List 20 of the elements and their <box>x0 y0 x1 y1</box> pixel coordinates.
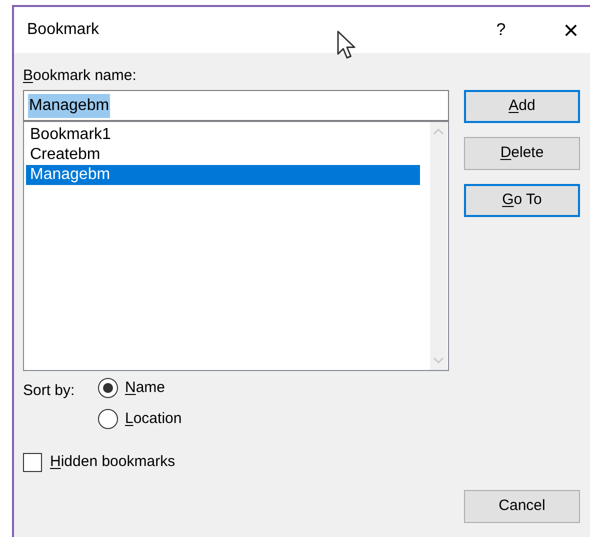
default-button[interactable]: Add <box>464 90 580 123</box>
list-item[interactable]: Bookmark1 <box>26 125 420 145</box>
radio-label: Name <box>125 378 166 398</box>
bookmark-name-field[interactable]: Managebm <box>23 90 449 121</box>
list-item[interactable]: Createbm <box>26 145 420 165</box>
radio-button[interactable] <box>98 408 118 429</box>
list-item[interactable]: Managebm <box>26 165 420 185</box>
close-button[interactable]: × <box>556 17 586 43</box>
sort-label: Sort by: <box>23 381 76 401</box>
radio-button[interactable] <box>98 378 118 398</box>
radio-label: Location <box>125 408 182 428</box>
cancel-button[interactable]: Cancel <box>464 490 580 523</box>
help-button[interactable]: ? <box>486 17 516 43</box>
dialog-button[interactable]: Delete <box>464 137 580 170</box>
default-button[interactable]: Go To <box>464 184 580 217</box>
checkbox-label: Hidden bookmarks <box>50 452 176 472</box>
field-label: Bookmark name: <box>23 66 136 85</box>
bookmark-list[interactable]: Bookmark1 Createbm Managebm <box>23 121 449 371</box>
window-title: Bookmark <box>27 20 100 40</box>
checkbox[interactable] <box>23 452 42 472</box>
